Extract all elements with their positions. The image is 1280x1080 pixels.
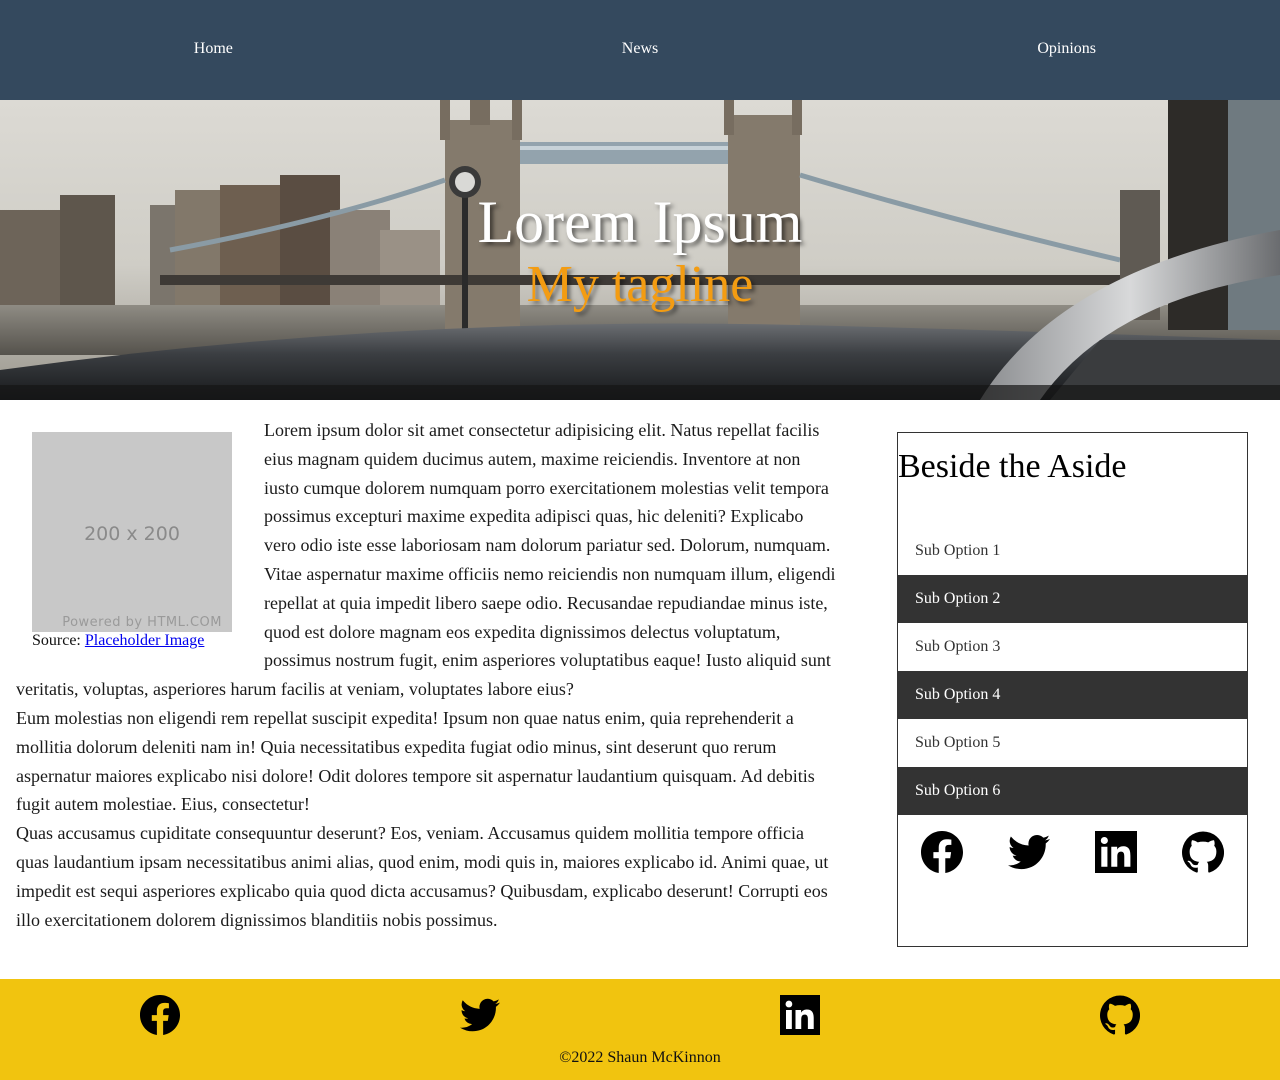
linkedin-icon[interactable] bbox=[1095, 831, 1137, 873]
sidebar-aside: Beside the Aside Sub Option 1 Sub Option… bbox=[897, 432, 1248, 947]
placeholder-image: 200 x 200 Powered by HTML.COM bbox=[32, 432, 232, 632]
linkedin-icon[interactable] bbox=[780, 995, 820, 1035]
main-article: 200 x 200 Powered by HTML.COM Source: Pl… bbox=[16, 416, 836, 934]
github-icon[interactable] bbox=[1100, 995, 1140, 1035]
hero-title: Lorem Ipsum bbox=[477, 189, 803, 255]
aside-option-5[interactable]: Sub Option 5 bbox=[898, 719, 1247, 767]
twitter-icon[interactable] bbox=[460, 995, 500, 1035]
facebook-icon[interactable] bbox=[140, 995, 180, 1035]
aside-options-list: Sub Option 1 Sub Option 2 Sub Option 3 S… bbox=[898, 527, 1247, 815]
nav-home-link[interactable]: Home bbox=[0, 40, 427, 58]
facebook-icon[interactable] bbox=[921, 831, 963, 873]
footer-social-links bbox=[0, 979, 1280, 1051]
site-footer: ©2022 Shaun McKinnon bbox=[0, 979, 1280, 1080]
aside-option-6[interactable]: Sub Option 6 bbox=[898, 767, 1247, 815]
aside-option-2[interactable]: Sub Option 2 bbox=[898, 575, 1247, 623]
twitter-icon[interactable] bbox=[1008, 831, 1050, 873]
placeholder-figure: 200 x 200 Powered by HTML.COM Source: Pl… bbox=[32, 432, 248, 650]
main-nav: Home News Opinions bbox=[0, 0, 1280, 100]
aside-title: Beside the Aside bbox=[898, 448, 1127, 485]
aside-option-3[interactable]: Sub Option 3 bbox=[898, 623, 1247, 671]
hero-banner: Lorem Ipsum My tagline bbox=[0, 100, 1280, 400]
github-icon[interactable] bbox=[1182, 831, 1224, 873]
article-paragraph: Quas accusamus cupiditate consequuntur d… bbox=[16, 823, 829, 930]
copyright-text: ©2022 Shaun McKinnon bbox=[559, 1049, 721, 1066]
nav-opinions-link[interactable]: Opinions bbox=[853, 40, 1280, 58]
hero-tagline: My tagline bbox=[526, 256, 754, 313]
aside-option-4[interactable]: Sub Option 4 bbox=[898, 671, 1247, 719]
aside-option-1[interactable]: Sub Option 1 bbox=[898, 527, 1247, 575]
nav-news-link[interactable]: News bbox=[427, 40, 854, 58]
placeholder-size-text: 200 x 200 bbox=[84, 523, 180, 545]
aside-social-links bbox=[898, 815, 1247, 891]
placeholder-powered-text: Powered by HTML.COM bbox=[62, 615, 222, 630]
article-paragraph: Eum molestias non eligendi rem repellat … bbox=[16, 707, 815, 815]
